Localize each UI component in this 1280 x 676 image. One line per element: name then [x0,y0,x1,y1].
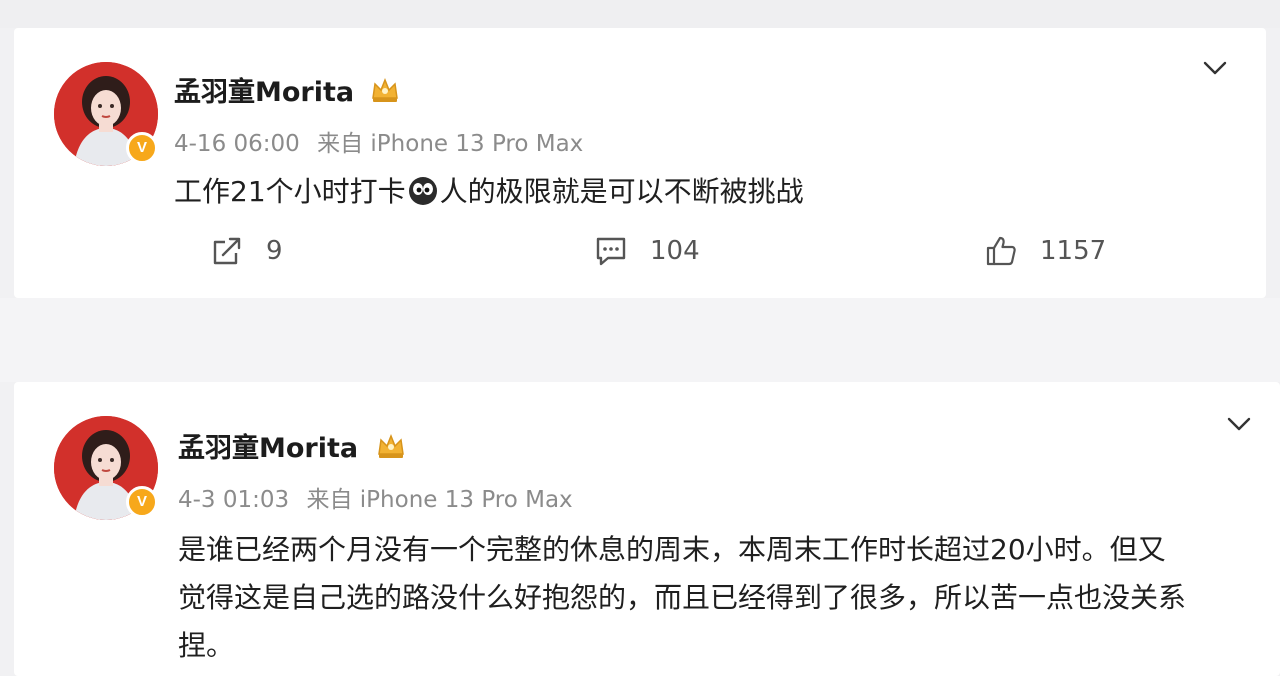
eyes-emoji-icon [408,177,437,205]
username[interactable]: 孟羽童Morita [174,70,354,109]
verified-icon: V [126,132,158,164]
weibo-post-card: V 孟羽童Morita 4-3 01:03 来自 iPhone 13 Pro M… [14,382,1280,676]
verified-icon: V [126,486,158,518]
post-text-line: 是谁已经两个月没有一个完整的休息的周末，本周末工作时长超过20小时。但又 [178,533,1166,566]
feed-gap [0,298,1280,382]
post-meta: 4-16 06:00 来自 iPhone 13 Pro Max [174,124,583,158]
crown-badge-icon [378,433,404,458]
crown-badge-icon [372,77,398,102]
post-text-part: 工作21个小时打卡 [174,175,406,208]
post-content: 工作21个小时打卡 人的极限就是可以不断被挑战 [174,168,1234,216]
repost-count: 9 [266,236,283,266]
post-source: 来自 iPhone 13 Pro Max [306,487,573,513]
username[interactable]: 孟羽童Morita [178,426,358,465]
post-meta: 4-3 01:03 来自 iPhone 13 Pro Max [178,480,573,514]
top-band [0,0,1280,28]
chevron-down-icon[interactable] [1202,60,1228,76]
post-time: 4-3 01:03 [178,487,290,513]
post-text-line: 觉得这是自己选的路没什么好抱怨的，而且已经得到了很多，所以苦一点也没关系 [178,581,1187,614]
repost-icon [213,237,241,265]
post-time: 4-16 06:00 [174,131,300,157]
chevron-down-icon[interactable] [1226,416,1252,432]
post-content: 是谁已经两个月没有一个完整的休息的周末，本周末工作时长超过20小时。但又 觉得这… [178,526,1268,670]
weibo-post-card: V 孟羽童Morita 4-16 06:00 来自 iPhone 13 Pro … [14,28,1266,298]
post-text-part: 人的极限就是可以不断被挑战 [439,175,804,208]
like-icon [986,236,1016,266]
comment-button[interactable]: 104 [594,234,700,268]
comment-icon [596,237,626,266]
like-count: 1157 [1040,236,1107,266]
comment-count: 104 [650,236,700,266]
post-source: 来自 iPhone 13 Pro Max [317,131,584,157]
post-text-line: 捏。 [178,629,235,662]
repost-button[interactable]: 9 [210,234,283,268]
like-button[interactable]: 1157 [984,234,1106,268]
